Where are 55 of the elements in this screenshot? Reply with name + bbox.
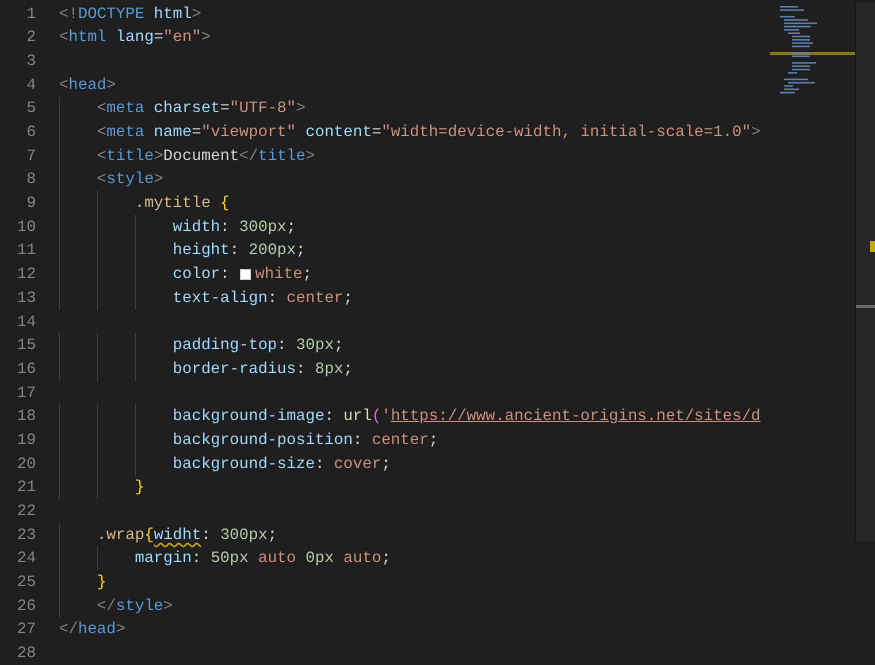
line-number: 7: [26, 146, 37, 165]
code-text: background-image: url('https://www.ancient-origins.net/sites/d: [172, 407, 761, 426]
code-text: }: [96, 573, 106, 592]
code-text: <meta charset="UTF-8">: [96, 99, 306, 118]
code-text: padding-top: 30px;: [172, 336, 344, 354]
line-number: 15: [16, 336, 37, 354]
line-number: 20: [16, 454, 37, 473]
line-number: 17: [16, 384, 37, 402]
line-number: 5: [26, 99, 37, 118]
line-number: 1: [26, 4, 37, 23]
line-number: 27: [16, 620, 37, 638]
code-text: <!DOCTYPE html>: [59, 4, 202, 23]
code-text: <title>Document</title>: [96, 146, 315, 165]
line-number: 12: [16, 265, 37, 284]
code-text: text-align: center;: [172, 288, 353, 307]
code-text: background-position: center;: [172, 430, 438, 449]
line-number: 24: [16, 549, 37, 568]
line-number: 13: [16, 288, 37, 307]
line-number: 4: [26, 76, 37, 94]
line-number: 18: [16, 407, 37, 426]
code-text: white;: [255, 265, 312, 284]
line-number: 9: [26, 194, 37, 212]
code-text: background-size: cover;: [172, 454, 391, 473]
code-text: <head>: [59, 76, 116, 94]
scrollbar-marker-icon: [870, 240, 875, 252]
line-number: 10: [16, 218, 37, 236]
code-text: .wrap{widht: 300px;: [96, 526, 278, 544]
code-text: }: [134, 478, 144, 496]
code-text: .mytitle {: [134, 194, 230, 212]
line-number: 11: [16, 241, 37, 260]
line-number: 14: [16, 312, 37, 331]
line-number: 3: [26, 52, 37, 70]
code-text: color:: [172, 265, 231, 284]
line-number: 8: [26, 170, 37, 188]
code-text: <meta name="viewport" content="width=device-width, initial-scale=1.0">: [96, 123, 761, 142]
code-text: border-radius: 8px;: [172, 360, 353, 378]
color-swatch-icon[interactable]: [240, 268, 252, 280]
code-text: <style>: [96, 170, 164, 188]
line-number: 22: [16, 502, 37, 520]
line-number: 6: [26, 123, 37, 142]
line-number: 21: [16, 478, 37, 496]
line-number: 28: [16, 644, 37, 662]
line-number: 16: [16, 360, 37, 378]
code-text: </head>: [59, 620, 126, 638]
scrollbar-thumb[interactable]: [856, 304, 875, 308]
code-text: width: 300px;: [172, 218, 296, 236]
code-text: <html lang="en">: [59, 28, 211, 46]
line-number: 19: [16, 430, 37, 449]
line-number: 2: [26, 28, 37, 46]
line-number: 25: [16, 573, 37, 592]
code-text: margin: 50px auto 0px auto;: [134, 549, 391, 568]
code-text: height: 200px;: [172, 241, 306, 260]
line-number: 26: [16, 596, 37, 615]
line-number: 23: [16, 526, 37, 544]
code-text: </style>: [96, 596, 173, 615]
